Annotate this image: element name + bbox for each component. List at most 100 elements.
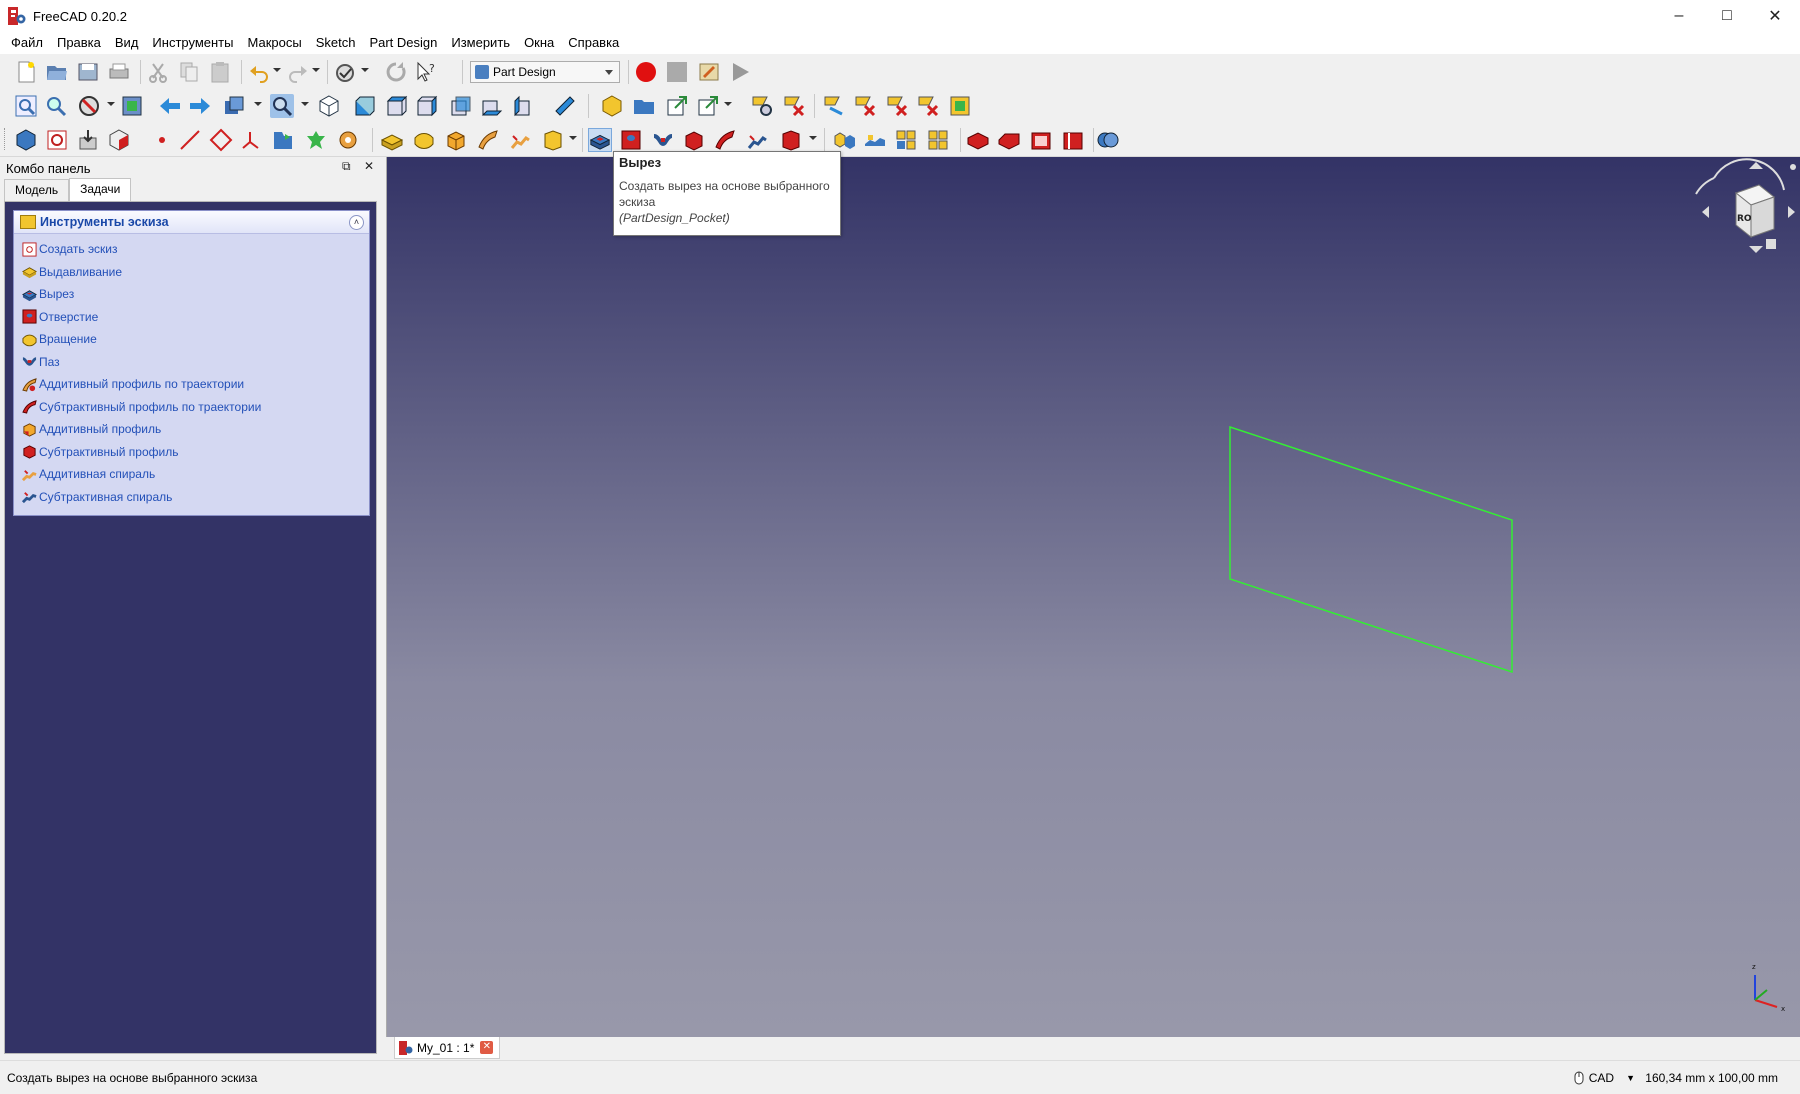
shape-binder-icon[interactable] [107, 128, 131, 152]
sketch-profile[interactable] [1229, 425, 1513, 674]
measure-toggle-all-icon[interactable] [948, 94, 972, 118]
draft-icon[interactable] [1029, 128, 1053, 152]
maximize-button[interactable]: □ [1704, 0, 1750, 32]
create-group-icon[interactable] [632, 94, 656, 118]
menu-edit[interactable]: Правка [50, 32, 108, 54]
sprocket-icon[interactable] [336, 128, 360, 152]
create-body-icon[interactable] [14, 128, 38, 152]
menu-help[interactable]: Справка [561, 32, 626, 54]
refresh-icon[interactable] [333, 60, 357, 84]
task-groove[interactable]: Паз [14, 351, 369, 374]
mirrored-icon[interactable] [832, 128, 856, 152]
additive-primitive-icon[interactable] [541, 128, 565, 152]
revolution-toolbar-icon[interactable] [412, 128, 436, 152]
linear-pattern-icon[interactable] [863, 128, 887, 152]
menu-macros[interactable]: Макросы [240, 32, 308, 54]
multi-transform-icon[interactable] [926, 128, 950, 152]
save-icon[interactable] [76, 60, 100, 84]
measure-selection-icon[interactable] [782, 94, 806, 118]
task-subtractive-loft[interactable]: Субтрактивный профиль [14, 441, 369, 464]
task-subtractive-pipe[interactable]: Субтрактивный профиль по траектории [14, 396, 369, 419]
menu-measure[interactable]: Измерить [444, 32, 517, 54]
task-additive-loft[interactable]: Аддитивный профиль [14, 418, 369, 441]
cut-icon[interactable] [146, 60, 170, 84]
additive-primitive-dropdown-arrow[interactable] [569, 136, 577, 140]
polar-pattern-icon[interactable] [894, 128, 918, 152]
minimize-button[interactable]: – [1656, 0, 1702, 32]
boolean-icon[interactable] [1096, 128, 1120, 152]
document-tab[interactable]: My_01 : 1* ✕ [394, 1037, 501, 1059]
menu-tools[interactable]: Инструменты [145, 32, 240, 54]
fit-all-icon[interactable] [14, 94, 38, 118]
sync-view-dropdown-arrow[interactable] [254, 102, 262, 106]
menu-sketch[interactable]: Sketch [309, 32, 363, 54]
forward-arrow-icon[interactable] [188, 94, 212, 118]
undo-icon[interactable] [247, 60, 271, 84]
zoom-dropdown-arrow[interactable] [301, 102, 309, 106]
front-view-icon[interactable] [353, 94, 377, 118]
undo-dropdown-arrow[interactable] [273, 68, 281, 72]
measure-linear-icon[interactable] [822, 94, 846, 118]
subtractive-loft-toolbar-icon[interactable] [682, 128, 706, 152]
copy-icon[interactable] [177, 60, 201, 84]
fillet-icon[interactable] [966, 128, 990, 152]
additive-loft-toolbar-icon[interactable] [444, 128, 468, 152]
pad-toolbar-icon[interactable] [380, 128, 404, 152]
datum-line-icon[interactable] [178, 128, 202, 152]
whats-this-icon[interactable]: ? [414, 60, 438, 84]
task-additive-pipe[interactable]: Аддитивный профиль по траектории [14, 373, 369, 396]
menu-file[interactable]: Файл [4, 32, 50, 54]
subtractive-primitive-dropdown-arrow[interactable] [809, 136, 817, 140]
task-additive-helix[interactable]: Аддитивная спираль [14, 463, 369, 486]
link-actions-icon[interactable] [696, 94, 720, 118]
task-subtractive-helix[interactable]: Субтрактивная спираль [14, 486, 369, 509]
measure-clear-icon[interactable] [853, 94, 877, 118]
back-arrow-icon[interactable] [158, 94, 182, 118]
link-actions-dropdown-arrow[interactable] [724, 102, 732, 106]
collapse-icon[interactable]: ˄ [349, 215, 364, 230]
pocket-toolbar-icon[interactable] [588, 128, 612, 152]
macro-record-icon[interactable] [634, 60, 658, 84]
recompute-icon[interactable] [384, 60, 408, 84]
subtractive-pipe-toolbar-icon[interactable] [713, 128, 737, 152]
subtractive-primitive-icon[interactable] [779, 128, 803, 152]
make-link-icon[interactable] [665, 94, 689, 118]
measure-toggle-delta-icon[interactable] [916, 94, 940, 118]
groove-toolbar-icon[interactable] [651, 128, 675, 152]
macro-run-icon[interactable] [728, 60, 752, 84]
refresh-dropdown-arrow[interactable] [361, 68, 369, 72]
task-revolution[interactable]: Вращение [14, 328, 369, 351]
sync-view-icon[interactable] [222, 94, 246, 118]
tab-tasks[interactable]: Задачи [69, 178, 132, 201]
draw-style-icon[interactable] [77, 94, 101, 118]
macro-stop-icon[interactable] [665, 60, 689, 84]
navigation-cube[interactable]: RO [1695, 158, 1796, 253]
tab-model[interactable]: Модель [4, 179, 70, 201]
right-view-icon[interactable] [415, 94, 439, 118]
task-create-sketch[interactable]: Создать эскиз [14, 238, 369, 261]
top-view-icon[interactable] [385, 94, 409, 118]
thickness-icon[interactable] [1061, 128, 1085, 152]
isometric-view-icon[interactable] [317, 94, 341, 118]
hole-toolbar-icon[interactable] [619, 128, 643, 152]
measure-distance-icon[interactable] [553, 94, 577, 118]
close-window-button[interactable]: ✕ [1752, 0, 1798, 32]
clone-icon[interactable] [271, 128, 295, 152]
open-icon[interactable] [45, 60, 69, 84]
close-tab-icon[interactable]: ✕ [480, 1041, 494, 1054]
workbench-selector[interactable]: Part Design [470, 61, 620, 83]
redo-icon[interactable] [286, 60, 310, 84]
paste-icon[interactable] [208, 60, 232, 84]
left-view-icon[interactable] [512, 94, 536, 118]
additive-helix-toolbar-icon[interactable] [508, 128, 532, 152]
3d-view[interactable]: RO z x [386, 157, 1800, 1037]
clarify-selection-icon[interactable] [750, 94, 774, 118]
task-hole[interactable]: Отверстие [14, 306, 369, 329]
undock-icon[interactable]: ⧉ [342, 159, 351, 174]
additive-pipe-toolbar-icon[interactable] [476, 128, 500, 152]
bounding-box-icon[interactable] [120, 94, 144, 118]
create-part-icon[interactable] [600, 94, 624, 118]
menu-view[interactable]: Вид [108, 32, 146, 54]
validate-sketch-icon[interactable] [76, 128, 100, 152]
close-panel-icon[interactable]: ✕ [364, 159, 374, 173]
